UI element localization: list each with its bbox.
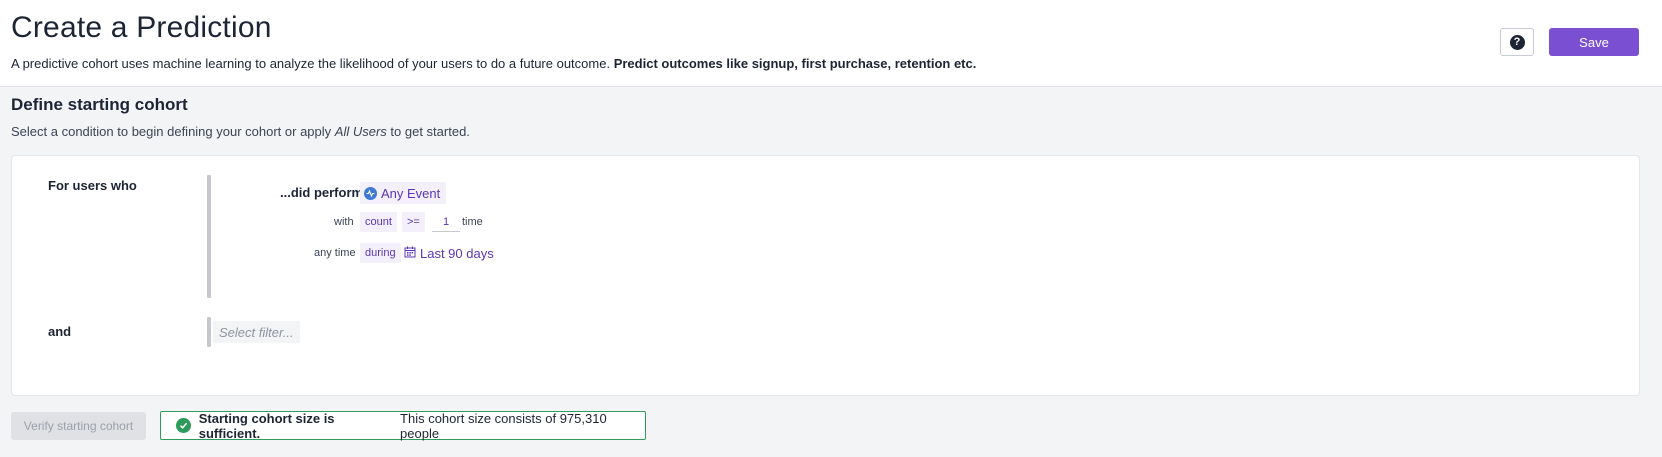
condition-group-bar [207,175,211,298]
filter-group-bar [207,317,211,347]
metric-selector[interactable]: count [360,212,397,232]
section-desc-before: Select a condition to begin defining you… [11,124,332,139]
metric-label: count [365,216,392,228]
cohort-definition-card: For users who ...did perform Any Event w… [11,155,1640,396]
event-label: Any Event [381,185,441,201]
help-button[interactable]: ? [1500,28,1534,56]
time-operator-selector[interactable]: during [360,243,401,263]
all-users-link[interactable]: All Users [335,124,387,139]
date-range-picker[interactable]: Last 90 days [404,244,494,262]
and-label: and [48,324,72,339]
status-title: Starting cohort size is sufficient. [198,410,335,441]
section-title: Define starting cohort [11,95,188,114]
event-icon [364,186,377,200]
select-filter-dropdown[interactable]: Select filter... [213,321,300,343]
verify-starting-cohort-button[interactable]: Verify starting cohort [11,412,146,440]
during-label: during [365,247,396,259]
page-subtitle: A predictive cohort uses machine learnin… [11,56,976,71]
page-header: Create a Prediction A predictive cohort … [0,0,1662,87]
subtitle-emphasis: Predict outcomes like signup, first purc… [613,56,977,71]
status-text: This cohort size consists of 975,310 peo… [400,410,607,441]
cohort-size-status: Starting cohort size is sufficient. This… [160,410,646,441]
date-range-label: Last 90 days [420,245,494,261]
page-title: Create a Prediction [11,11,272,44]
operator-label: >= [407,216,420,228]
check-circle-icon [176,418,191,433]
help-icon: ? [1509,34,1525,50]
section-desc-after: to get started. [390,124,470,139]
operator-selector[interactable]: >= [402,212,425,232]
count-input[interactable] [432,212,460,232]
for-users-who-label: For users who [48,178,137,193]
subtitle-text: A predictive cohort uses machine learnin… [11,56,611,71]
event-selector[interactable]: Any Event [360,182,447,204]
with-label: with [334,216,354,228]
did-perform-label: ...did perform [280,185,364,200]
section-description: Select a condition to begin defining you… [11,124,470,139]
calendar-icon [404,246,416,261]
any-time-label: any time [314,247,356,259]
save-button[interactable]: Save [1549,28,1639,56]
time-unit-label: time [462,216,483,228]
